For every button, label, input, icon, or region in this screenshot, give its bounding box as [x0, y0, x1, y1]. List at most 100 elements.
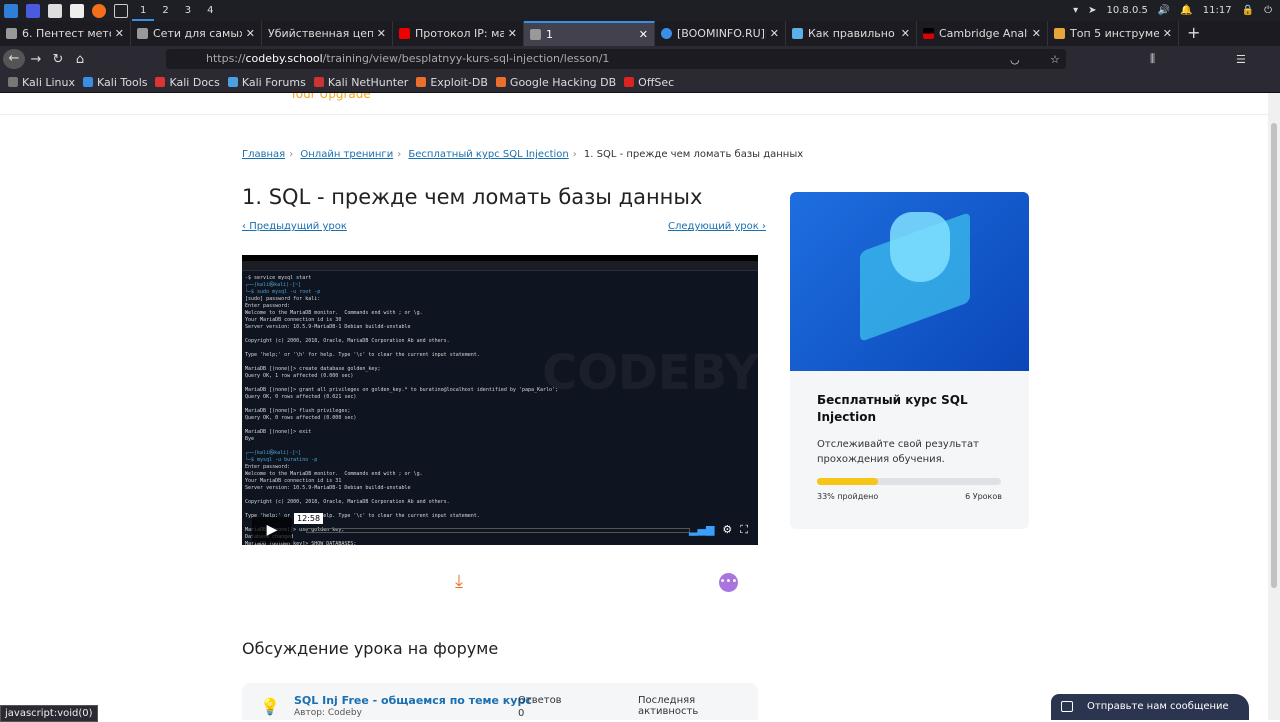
play-button[interactable]: ▶	[252, 517, 292, 543]
kali-menu-icon[interactable]	[4, 3, 18, 18]
system-panel: 1 2 3 4 ▾ ➤ 10.8.0.5 🔊 🔔 11:17 🔒 ⏻	[0, 0, 1280, 21]
site-header: Your Upgrade	[0, 93, 1268, 115]
telegram-icon[interactable]: ➤	[1088, 5, 1096, 16]
workspace-3[interactable]: 3	[177, 0, 199, 21]
tab-active[interactable]: 1 ✕	[524, 21, 655, 46]
back-button[interactable]: ←	[3, 49, 25, 69]
tab[interactable]: Убийственная цепочка✕	[262, 21, 393, 46]
clock: 11:17	[1202, 5, 1232, 16]
video-controls: ▶ 12:58 ▂▄▆ ⚙ ⛶	[242, 513, 758, 545]
course-card: Бесплатный курс SQL Injection Отслеживай…	[790, 192, 1029, 529]
editor-icon[interactable]	[70, 3, 84, 18]
network-icon[interactable]: ▾	[1073, 5, 1078, 16]
video-player[interactable]: -$ service mysql start ┌──(kali㉿kali)-[~]…	[242, 255, 758, 545]
url-bar[interactable]: https://codeby.school/training/view/besp…	[166, 49, 1066, 69]
breadcrumb-home[interactable]: Главная	[242, 149, 285, 160]
new-tab-button[interactable]: +	[1179, 21, 1208, 46]
tab[interactable]: 6. Пентест методом✕	[0, 21, 131, 46]
watermark-logo: CODEBY	[542, 345, 758, 401]
home-button[interactable]: ⌂	[69, 52, 91, 67]
bookmark[interactable]: Kali Linux	[8, 76, 75, 89]
tab[interactable]: Как правильно учит✕	[786, 21, 917, 46]
forward-button[interactable]: →	[25, 52, 47, 67]
bookmark[interactable]: Exploit-DB	[416, 76, 488, 89]
terminal-line: MariaDB [(none)]> flush privileges;	[245, 408, 351, 414]
cloud-icon	[661, 28, 672, 39]
next-lesson-link[interactable]: Следующий урок ›	[668, 221, 766, 232]
video-progress-bar[interactable]	[306, 528, 690, 533]
desktop-icon[interactable]	[26, 3, 40, 18]
close-tab-icon[interactable]: ✕	[377, 27, 386, 40]
terminal-line: Bye	[245, 436, 255, 442]
close-tab-icon[interactable]: ✕	[1032, 27, 1041, 40]
close-tab-icon[interactable]: ✕	[770, 27, 779, 40]
close-tab-icon[interactable]: ✕	[639, 28, 648, 41]
volume-bars-icon[interactable]: ▂▄▆	[689, 523, 714, 537]
bookmark[interactable]: Kali NetHunter	[313, 76, 408, 89]
terminal-line: Server version: 10.5.9-MariaDB-1 Debian …	[245, 324, 411, 330]
close-tab-icon[interactable]: ✕	[246, 27, 255, 40]
terminal-line: Copyright (c) 2000, 2018, Oracle, MariaD…	[245, 338, 450, 344]
favicon-icon	[137, 28, 148, 39]
pocket-icon[interactable]: ◡	[1010, 53, 1020, 66]
video-terminal-frame: -$ service mysql start ┌──(kali㉿kali)-[~]…	[242, 271, 758, 545]
forum-topic-link[interactable]: SQL Inj Free - общаемся по теме курс	[294, 694, 532, 707]
replies-count: 0	[518, 708, 525, 719]
tab[interactable]: Протокол IP: маршр✕	[393, 21, 524, 46]
lock-icon[interactable]: 🔒	[1242, 5, 1254, 16]
navigation-bar: ← → ↻ ⌂ https://codeby.school/training/v…	[0, 46, 1280, 72]
bookmark-star-icon[interactable]: ☆	[1050, 53, 1060, 66]
tab[interactable]: [BOOMINFO.RU][co✕	[655, 21, 786, 46]
volume-icon[interactable]: 🔊	[1158, 5, 1170, 16]
breadcrumb: Главная › Онлайн тренинги › Бесплатный кур…	[242, 149, 804, 160]
youtube-icon	[399, 28, 410, 39]
bookmark[interactable]: Google Hacking DB	[495, 76, 616, 89]
bell-icon[interactable]: 🔔	[1180, 5, 1192, 16]
close-tab-icon[interactable]: ✕	[508, 27, 517, 40]
power-icon[interactable]: ⏻	[1264, 5, 1272, 16]
terminal-line: ┌──(kali㉿kali)-[~]	[245, 282, 302, 288]
send-message-widget[interactable]: Отправьте нам сообщение	[1051, 694, 1249, 720]
page-title: 1. SQL - прежде чем ломать базы данных	[242, 185, 703, 209]
bookmark[interactable]: Kali Tools	[83, 76, 147, 89]
browser-tabs: 6. Пентест методом✕ Сети для самых мал✕ …	[0, 21, 1280, 46]
forum-topic-card: 💡 SQL Inj Free - общаемся по теме курс А…	[242, 683, 758, 720]
favicon-icon	[530, 29, 541, 40]
close-tab-icon[interactable]: ✕	[901, 27, 910, 40]
files-icon[interactable]	[48, 3, 62, 18]
tab[interactable]: Сети для самых мал✕	[131, 21, 262, 46]
forum-chat-icon[interactable]: •••	[719, 573, 738, 592]
terminal-line: └─$ sudo mysql -u root -p	[245, 289, 321, 295]
tab[interactable]: Топ 5 инструментов✕	[1048, 21, 1179, 46]
firefox-icon[interactable]	[92, 3, 106, 18]
library-icon[interactable]: ⫼	[1150, 52, 1155, 66]
page-scrollbar[interactable]	[1268, 93, 1280, 720]
breadcrumb-course[interactable]: Бесплатный курс SQL Injection	[408, 149, 568, 160]
tab[interactable]: Cambridge Analytica✕	[917, 21, 1048, 46]
terminal-icon[interactable]	[114, 3, 128, 18]
bookmark[interactable]: Kali Forums	[227, 76, 306, 89]
status-bar-link: javascript:void(0)	[0, 705, 98, 722]
breadcrumb-trainings[interactable]: Онлайн тренинги	[300, 149, 393, 160]
terminal-line: Your MariaDB connection id is 30	[245, 317, 342, 323]
close-tab-icon[interactable]: ✕	[1163, 27, 1172, 40]
activity-label: Последняя активность	[638, 695, 699, 717]
close-tab-icon[interactable]: ✕	[115, 27, 124, 40]
progress-label: 33% пройдено	[817, 492, 879, 501]
bookmark[interactable]: Kali Docs	[155, 76, 220, 89]
previous-lesson-link[interactable]: ‹ Предыдущий урок	[242, 221, 347, 232]
reload-button[interactable]: ↻	[47, 52, 69, 67]
lightbulb-icon: 💡	[260, 697, 280, 716]
settings-gear-icon[interactable]: ⚙	[722, 523, 732, 537]
fullscreen-icon[interactable]: ⛶	[740, 523, 748, 537]
workspace-1[interactable]: 1	[132, 0, 155, 21]
download-icon[interactable]: ⤓	[455, 571, 463, 592]
menu-icon[interactable]: ☰	[1236, 53, 1246, 66]
workspace-2[interactable]: 2	[154, 0, 176, 21]
bookmark[interactable]: OffSec	[624, 76, 674, 89]
workspace-4[interactable]: 4	[199, 0, 221, 21]
